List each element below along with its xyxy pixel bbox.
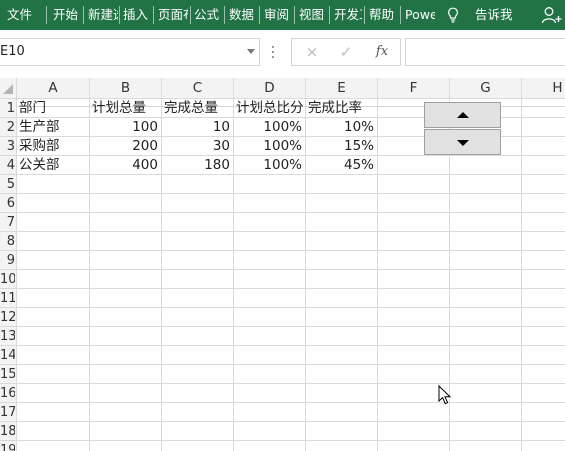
tab-separator: [46, 6, 47, 24]
row-header[interactable]: 3: [0, 137, 15, 156]
tab-view[interactable]: 视图: [299, 0, 327, 30]
chevron-down-icon[interactable]: [247, 49, 255, 54]
row-header[interactable]: 12: [0, 308, 15, 327]
formula-input[interactable]: [405, 38, 565, 66]
row-header[interactable]: 7: [0, 213, 15, 232]
cell-a2[interactable]: 生产部: [17, 118, 89, 137]
column-header-b[interactable]: B: [90, 78, 161, 97]
tab-page-layout[interactable]: 页面布: [158, 0, 188, 30]
spin-up-button[interactable]: [424, 102, 501, 128]
spin-down-button[interactable]: [424, 129, 501, 155]
tab-separator: [400, 6, 401, 24]
column-header-f[interactable]: F: [378, 78, 449, 97]
mouse-pointer-icon: [438, 385, 452, 405]
column-header-e[interactable]: E: [306, 78, 377, 97]
tab-new-group[interactable]: 新建选: [88, 0, 118, 30]
row-header[interactable]: 18: [0, 422, 15, 441]
cell-b1[interactable]: 计划总量: [90, 99, 162, 118]
row-header[interactable]: 11: [0, 289, 15, 308]
cell-e4[interactable]: 45%: [306, 156, 377, 175]
tab-separator: [364, 6, 365, 24]
column-header-h[interactable]: H: [522, 78, 565, 97]
tab-separator: [119, 6, 120, 24]
share-user-icon[interactable]: [541, 6, 563, 24]
tab-separator: [259, 6, 260, 24]
row-header[interactable]: 8: [0, 232, 15, 251]
row-header[interactable]: 13: [0, 327, 15, 346]
cell-e2[interactable]: 10%: [306, 118, 377, 137]
row-header[interactable]: 2: [0, 118, 15, 137]
cell-c2[interactable]: 10: [162, 118, 233, 137]
cell-e3[interactable]: 15%: [306, 137, 377, 156]
column-header-a[interactable]: A: [17, 78, 89, 97]
name-box[interactable]: E10: [0, 38, 260, 66]
cell-b4[interactable]: 400: [90, 156, 161, 175]
tab-separator: [329, 6, 330, 24]
tab-separator: [83, 6, 84, 24]
column-header-g[interactable]: G: [450, 78, 521, 97]
more-options-icon[interactable]: [272, 46, 275, 60]
cell-e1[interactable]: 完成比率: [306, 99, 378, 118]
formula-buttons: × ✓ fx: [291, 38, 401, 66]
row-header[interactable]: 10: [0, 270, 15, 289]
tab-separator: [294, 6, 295, 24]
tab-review[interactable]: 审阅: [264, 0, 292, 30]
row-header[interactable]: 14: [0, 346, 15, 365]
tab-developer[interactable]: 开发工: [334, 0, 362, 30]
cell-b2[interactable]: 100: [90, 118, 161, 137]
cell-d1[interactable]: 计划总比分: [234, 99, 306, 118]
enter-icon[interactable]: ✓: [334, 39, 358, 65]
ribbon-tab-bar: 文件 开始 新建选 插入 页面布 公式 数据 审阅 视图 开发工 帮助 Powe…: [0, 0, 565, 30]
tab-help[interactable]: 帮助: [369, 0, 397, 30]
name-box-value: E10: [0, 44, 25, 59]
cell-c3[interactable]: 30: [162, 137, 233, 156]
cell-c1[interactable]: 完成总量: [162, 99, 234, 118]
tab-separator: [190, 6, 191, 24]
cell-d3[interactable]: 100%: [234, 137, 305, 156]
cell-d2[interactable]: 100%: [234, 118, 305, 137]
cell-a1[interactable]: 部门: [17, 99, 89, 118]
row-header[interactable]: 5: [0, 175, 15, 194]
row-header[interactable]: 9: [0, 251, 15, 270]
column-header-c[interactable]: C: [162, 78, 233, 97]
triangle-down-icon: [457, 140, 469, 146]
triangle-up-icon: [457, 112, 469, 118]
formula-bar: E10 × ✓ fx: [0, 30, 565, 107]
cell-a3[interactable]: 采购部: [17, 137, 89, 156]
row-header[interactable]: 19: [0, 441, 15, 451]
tell-me-search[interactable]: 告诉我: [475, 0, 520, 30]
tab-insert[interactable]: 插入: [123, 0, 151, 30]
tab-file[interactable]: 文件: [7, 0, 35, 30]
tab-separator: [153, 6, 154, 24]
column-header-d[interactable]: D: [234, 78, 305, 97]
tab-power-pivot[interactable]: Power: [405, 0, 435, 30]
lightbulb-icon[interactable]: [447, 7, 459, 23]
tab-separator: [224, 6, 225, 24]
tab-data[interactable]: 数据: [229, 0, 257, 30]
tab-formulas[interactable]: 公式: [194, 0, 222, 30]
cell-b3[interactable]: 200: [90, 137, 161, 156]
tab-home[interactable]: 开始: [53, 0, 81, 30]
insert-function-icon[interactable]: fx: [370, 39, 394, 65]
cell-c4[interactable]: 180: [162, 156, 233, 175]
row-header[interactable]: 1: [0, 99, 15, 118]
cancel-icon[interactable]: ×: [300, 39, 324, 65]
row-header[interactable]: 16: [0, 384, 15, 403]
row-header[interactable]: 15: [0, 365, 15, 384]
row-header[interactable]: 17: [0, 403, 15, 422]
row-header[interactable]: 6: [0, 194, 15, 213]
cell-d4[interactable]: 100%: [234, 156, 305, 175]
cell-a4[interactable]: 公关部: [17, 156, 89, 175]
row-header[interactable]: 4: [0, 156, 15, 175]
